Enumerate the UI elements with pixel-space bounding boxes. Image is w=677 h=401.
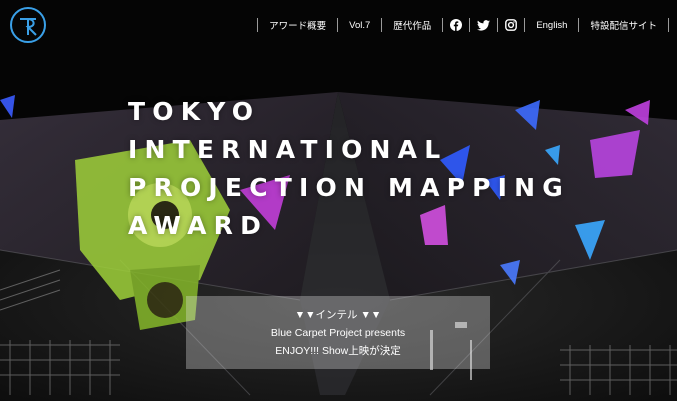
nav-streaming-site[interactable]: 特設配信サイト: [578, 18, 669, 32]
nav-vol7-label: Vol.7: [349, 19, 371, 31]
nav-award-overview-label: アワード概要: [269, 21, 327, 32]
news-line-2: Blue Carpet Project presents: [270, 327, 406, 339]
nav-facebook-link[interactable]: [442, 18, 469, 32]
main-navigation: アワード概要 Vol.7 歴代作品 English 特設配信サイト: [257, 16, 669, 34]
nav-past-works[interactable]: 歴代作品: [381, 18, 442, 32]
news-line-3: ENJOY!!! Show上映が決定: [275, 345, 401, 357]
hero-title-line-3: PROJECTION MAPPING: [128, 173, 571, 202]
nav-past-works-label: 歴代作品: [393, 21, 432, 32]
news-announcement-box[interactable]: ▼▼インテル ▼▼ Blue Carpet Project presents E…: [186, 296, 490, 369]
nav-english-label: English: [536, 19, 568, 31]
hero-title: TOKYO INTERNATIONAL PROJECTION MAPPING A…: [128, 93, 570, 245]
nav-streaming-site-label: 特設配信サイト: [590, 21, 657, 32]
hero-title-line-4: AWARD: [128, 211, 269, 240]
nav-award-overview[interactable]: アワード概要: [257, 18, 337, 32]
hero-title-line-2: INTERNATIONAL: [128, 135, 448, 164]
nav-instagram-link[interactable]: [497, 18, 524, 32]
news-line-1: ▼▼インテル ▼▼: [294, 309, 382, 321]
hero-title-line-1: TOKYO: [128, 97, 261, 126]
twitter-icon: [477, 19, 491, 31]
facebook-icon: [450, 19, 463, 31]
page: アワード概要 Vol.7 歴代作品 English 特設配信サイト TOKYO: [0, 0, 677, 401]
tpam-logo-icon[interactable]: [9, 6, 47, 44]
instagram-icon: [505, 19, 518, 31]
nav-twitter-link[interactable]: [469, 18, 497, 32]
nav-english[interactable]: English: [524, 18, 578, 32]
nav-vol7[interactable]: Vol.7: [337, 18, 381, 32]
